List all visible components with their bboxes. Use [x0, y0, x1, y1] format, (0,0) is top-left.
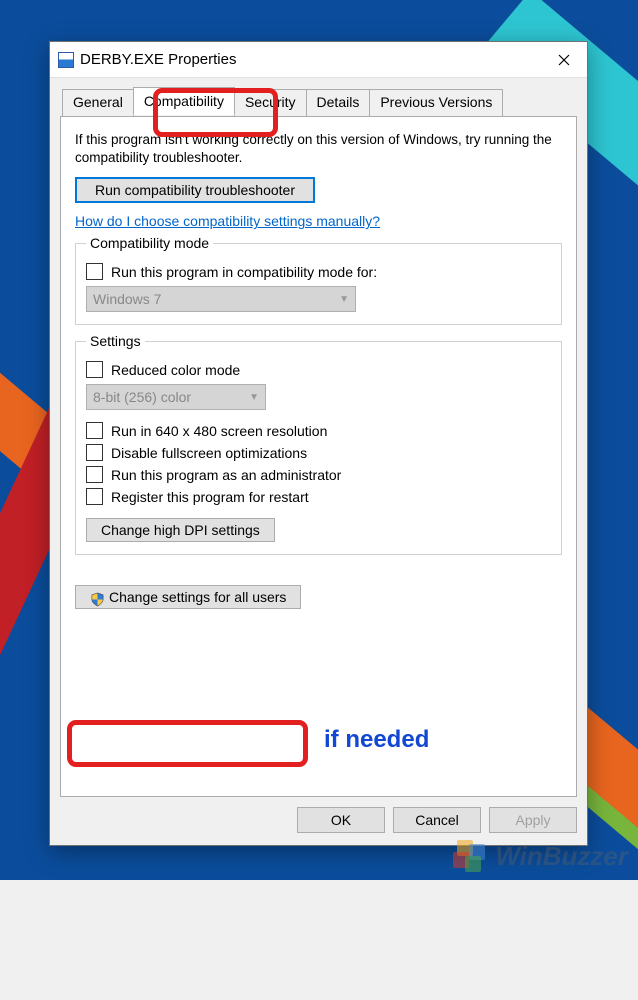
- tab-details[interactable]: Details: [306, 89, 371, 117]
- chk-low-res[interactable]: [86, 422, 103, 439]
- tab-panel-compatibility: If this program isn't working correctly …: [60, 116, 577, 797]
- fieldset-settings: Settings Reduced color mode 8-bit (256) …: [75, 341, 562, 555]
- properties-dialog: DERBY.EXE Properties General Compatibili…: [49, 41, 588, 846]
- chk-reduced-color-label: Reduced color mode: [111, 362, 240, 378]
- tab-compatibility[interactable]: Compatibility: [133, 87, 235, 115]
- watermark-icon: [451, 838, 491, 874]
- chk-reduced-color[interactable]: [86, 361, 103, 378]
- watermark-text: WinBuzzer: [495, 841, 628, 872]
- chevron-down-icon: ▼: [339, 294, 349, 305]
- chk-run-admin[interactable]: [86, 466, 103, 483]
- intro-text: If this program isn't working correctly …: [75, 131, 562, 167]
- fieldset-compatibility-mode: Compatibility mode Run this program in c…: [75, 243, 562, 325]
- chk-compat-mode-label: Run this program in compatibility mode f…: [111, 264, 377, 280]
- chk-disable-fullscreen[interactable]: [86, 444, 103, 461]
- color-mode-value: 8-bit (256) color: [93, 389, 191, 405]
- watermark: WinBuzzer: [451, 838, 628, 874]
- change-settings-all-users-button[interactable]: Change settings for all users: [75, 585, 301, 609]
- ok-button[interactable]: OK: [297, 807, 385, 833]
- cancel-button[interactable]: Cancel: [393, 807, 481, 833]
- color-mode-dropdown[interactable]: 8-bit (256) color ▼: [86, 384, 266, 410]
- chk-register-restart[interactable]: [86, 488, 103, 505]
- run-troubleshooter-button[interactable]: Run compatibility troubleshooter: [75, 177, 315, 203]
- tab-general[interactable]: General: [62, 89, 134, 117]
- apply-button[interactable]: Apply: [489, 807, 577, 833]
- legend-compat-mode: Compatibility mode: [86, 235, 213, 251]
- chk-disable-fullscreen-label: Disable fullscreen optimizations: [111, 445, 307, 461]
- window-title: DERBY.EXE Properties: [80, 51, 541, 68]
- shield-icon: [90, 592, 105, 607]
- app-icon: [58, 52, 74, 68]
- chk-run-admin-label: Run this program as an administrator: [111, 467, 341, 483]
- high-dpi-button[interactable]: Change high DPI settings: [86, 518, 275, 542]
- chk-register-restart-label: Register this program for restart: [111, 489, 309, 505]
- close-button[interactable]: [541, 42, 587, 77]
- annotation-text: if needed: [324, 726, 429, 754]
- titlebar[interactable]: DERBY.EXE Properties: [50, 42, 587, 78]
- tab-strip: General Compatibility Security Details P…: [60, 88, 577, 116]
- all-users-label: Change settings for all users: [109, 589, 286, 605]
- help-link[interactable]: How do I choose compatibility settings m…: [75, 213, 562, 229]
- chk-compat-mode[interactable]: [86, 263, 103, 280]
- compat-mode-dropdown[interactable]: Windows 7 ▼: [86, 286, 356, 312]
- legend-settings: Settings: [86, 333, 145, 349]
- tab-previous-versions[interactable]: Previous Versions: [369, 89, 503, 117]
- tab-security[interactable]: Security: [234, 89, 307, 117]
- chk-low-res-label: Run in 640 x 480 screen resolution: [111, 423, 327, 439]
- close-icon: [558, 54, 570, 66]
- chevron-down-icon: ▼: [249, 392, 259, 403]
- compat-mode-value: Windows 7: [93, 291, 161, 307]
